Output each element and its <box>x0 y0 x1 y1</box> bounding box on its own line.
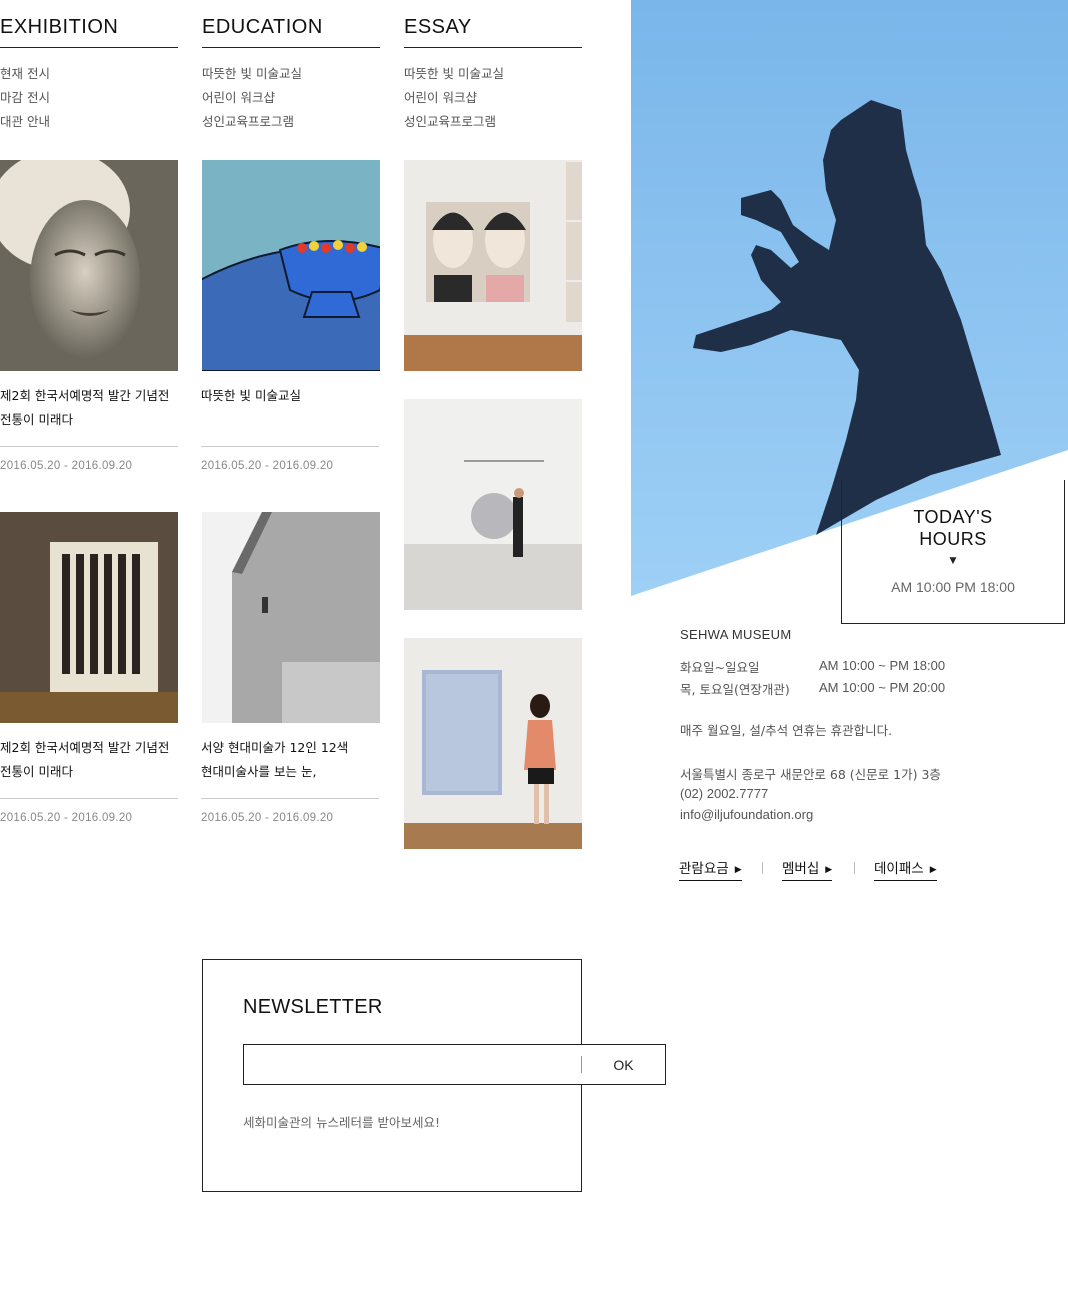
museum-name: SEHWA MUSEUM <box>680 627 792 642</box>
essay-thumbnail-mobile-sculpture[interactable] <box>404 399 582 610</box>
education-card-title[interactable]: 따뜻한 빛 미술교실 <box>201 384 301 408</box>
day-pass-link[interactable]: 데이패스 ▶ <box>874 857 937 881</box>
newsletter-title: NEWSLETTER <box>243 996 383 1018</box>
museum-email[interactable]: info@iljufoundation.org <box>680 807 813 822</box>
card-title-line: 현대미술사를 보는 눈, <box>201 764 317 779</box>
education-thumbnail-building[interactable] <box>202 512 380 723</box>
newsletter-email-input[interactable] <box>244 1045 580 1084</box>
education-card-date: 2016.05.20 - 2016.09.20 <box>201 812 334 824</box>
link-label: 데이패스 <box>874 861 924 877</box>
education-thumbnail-candy-bowl[interactable] <box>202 160 380 371</box>
todays-hours-panel: TODAY'S HOURS ▼ AM 10:00 PM 18:00 <box>841 480 1065 624</box>
schedule-time: AM 10:00 ~ PM 18:00 <box>819 658 946 673</box>
exhibition-card-date: 2016.05.20 - 2016.09.20 <box>0 460 133 472</box>
exhibition-card-date: 2016.05.20 - 2016.09.20 <box>0 812 133 824</box>
nav-link-warm-light-class[interactable]: 따뜻한 빛 미술교실 <box>202 63 302 82</box>
link-label: 관람요금 <box>679 861 729 877</box>
education-card-date: 2016.05.20 - 2016.09.20 <box>201 460 334 472</box>
hours-title-line: HOURS <box>919 529 987 549</box>
essay-heading[interactable]: ESSAY <box>404 16 472 39</box>
nav-link-adult-program[interactable]: 성인교육프로그램 <box>404 111 496 130</box>
admission-fee-link[interactable]: 관람요금 ▶ <box>679 857 742 881</box>
schedule-time: AM 10:00 ~ PM 20:00 <box>819 680 946 695</box>
schedule-days: 화요일~일요일 <box>680 660 760 675</box>
newsletter-form: OK <box>243 1044 666 1085</box>
nav-link-warm-light-class[interactable]: 따뜻한 빛 미술교실 <box>404 63 504 82</box>
card-divider <box>201 798 379 799</box>
heading-rule <box>202 47 380 48</box>
closed-notice: 매주 월요일, 설/추석 연휴는 휴관합니다. <box>680 723 893 738</box>
card-title-line: 서양 현대미술가 12인 12색 <box>201 740 349 755</box>
museum-phone[interactable]: (02) 2002.7777 <box>680 786 768 801</box>
essay-thumbnail-paintings[interactable] <box>404 160 582 371</box>
triangle-right-icon: ▶ <box>825 865 833 875</box>
exhibition-card-title[interactable]: 제2회 한국서예명적 발간 기념전 전통이 미래다 <box>0 384 169 432</box>
todays-hours-title: TODAY'S HOURS <box>842 506 1064 550</box>
newsletter-description: 세화미술관의 뉴스레터를 받아보세요! <box>243 1115 440 1130</box>
card-title-line: 제2회 한국서예명적 발간 기념전 <box>0 740 170 755</box>
schedule-days: 목, 토요일(연장개관) <box>680 682 790 697</box>
hours-title-line: TODAY'S <box>913 507 993 527</box>
todays-hours-time: AM 10:00 PM 18:00 <box>891 579 1015 595</box>
card-title-line: 전통이 미래다 <box>0 412 73 427</box>
card-divider <box>0 798 178 799</box>
heading-rule <box>0 47 178 48</box>
nav-link-kids-workshop[interactable]: 어린이 워크샵 <box>202 87 275 106</box>
card-title-line: 따뜻한 빛 미술교실 <box>201 388 301 403</box>
link-separator <box>854 862 855 874</box>
education-card-title[interactable]: 서양 현대미술가 12인 12색 현대미술사를 보는 눈, <box>201 736 348 784</box>
heading-rule <box>404 47 582 48</box>
education-heading[interactable]: EDUCATION <box>202 16 323 39</box>
nav-link-current-exhibition[interactable]: 현재 전시 <box>0 63 50 82</box>
nav-link-adult-program[interactable]: 성인교육프로그램 <box>202 111 294 130</box>
exhibition-thumbnail-calligraphy[interactable] <box>0 512 178 723</box>
exhibition-card-title[interactable]: 제2회 한국서예명적 발간 기념전 전통이 미래다 <box>0 736 169 784</box>
link-label: 멤버십 <box>782 861 820 877</box>
exhibition-heading[interactable]: EXHIBITION <box>0 16 118 39</box>
card-divider <box>0 446 178 447</box>
card-title-line: 제2회 한국서예명적 발간 기념전 <box>0 388 170 403</box>
card-divider <box>201 446 379 447</box>
exhibition-thumbnail-portrait[interactable] <box>0 160 178 371</box>
nav-link-rental-info[interactable]: 대관 안내 <box>0 111 50 130</box>
essay-thumbnail-gallery-visitor[interactable] <box>404 638 582 849</box>
link-separator <box>762 862 763 874</box>
triangle-down-icon: ▼ <box>949 556 957 566</box>
nav-link-kids-workshop[interactable]: 어린이 워크샵 <box>404 87 477 106</box>
triangle-right-icon: ▶ <box>929 865 937 875</box>
card-title-line: 전통이 미래다 <box>0 764 73 779</box>
newsletter-ok-button[interactable]: OK <box>582 1045 665 1084</box>
triangle-right-icon: ▶ <box>734 865 742 875</box>
museum-address: 서울특별시 종로구 새문안로 68 (신문로 1가) 3층 <box>680 767 941 782</box>
nav-link-past-exhibition[interactable]: 마감 전시 <box>0 87 50 106</box>
membership-link[interactable]: 멤버십 ▶ <box>782 857 833 881</box>
